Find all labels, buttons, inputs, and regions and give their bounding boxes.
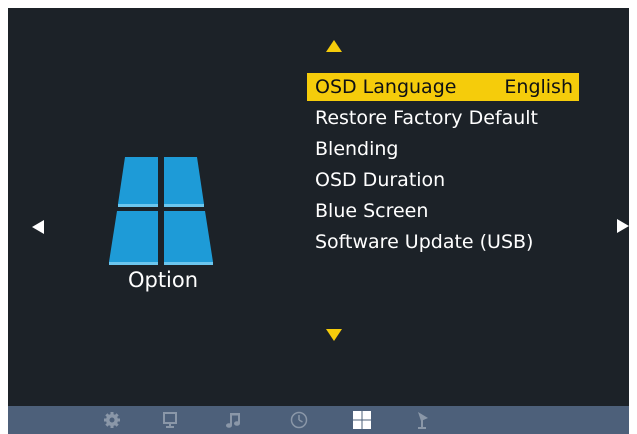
tab-picture-settings[interactable] xyxy=(102,410,122,430)
menu-item-label: OSD Language xyxy=(315,76,457,98)
tab-sound[interactable] xyxy=(224,410,244,430)
previous-menu-arrow-icon[interactable] xyxy=(32,220,44,234)
scroll-down-arrow-icon[interactable] xyxy=(326,329,342,341)
menu-tab-bar xyxy=(8,406,629,434)
tab-channel[interactable] xyxy=(413,410,433,430)
clock-icon xyxy=(290,411,308,429)
tab-time[interactable] xyxy=(289,410,309,430)
option-tiles-icon xyxy=(109,157,213,265)
menu-item-software-update-usb[interactable]: Software Update (USB) xyxy=(307,228,579,256)
next-menu-arrow-icon[interactable] xyxy=(617,219,629,233)
scroll-up-arrow-icon[interactable] xyxy=(326,40,342,52)
monitor-icon xyxy=(163,412,177,428)
menu-item-osd-language[interactable]: OSD Language English xyxy=(307,73,579,101)
osd-screen: Option OSD Language English Restore Fact… xyxy=(8,8,629,434)
tab-display[interactable] xyxy=(160,410,180,430)
menu-item-osd-duration[interactable]: OSD Duration xyxy=(307,166,579,194)
menu-item-blending[interactable]: Blending xyxy=(307,135,579,163)
antenna-icon xyxy=(418,412,428,429)
menu-item-value: English xyxy=(504,76,573,98)
menu-item-label: Blue Screen xyxy=(315,200,429,222)
menu-item-label: OSD Duration xyxy=(315,169,446,191)
option-menu-list: OSD Language English Restore Factory Def… xyxy=(307,73,579,259)
menu-item-label: Blending xyxy=(315,138,399,160)
gear-icon xyxy=(104,412,120,428)
menu-item-blue-screen[interactable]: Blue Screen xyxy=(307,197,579,225)
menu-item-restore-factory-default[interactable]: Restore Factory Default xyxy=(307,104,579,132)
option-tiles-icon xyxy=(353,411,371,429)
menu-item-label: Restore Factory Default xyxy=(315,107,538,129)
menu-item-label: Software Update (USB) xyxy=(315,231,534,253)
music-note-icon xyxy=(226,413,240,428)
menu-title: Option xyxy=(127,268,199,292)
tab-option[interactable] xyxy=(352,410,372,430)
